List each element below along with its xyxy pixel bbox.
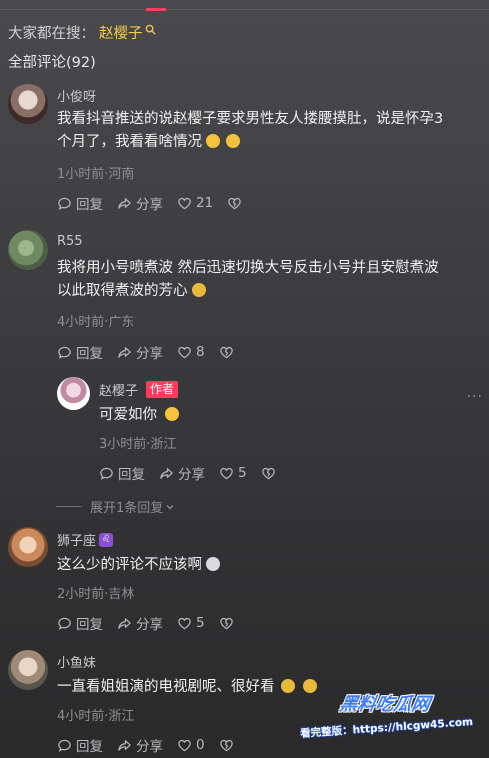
- reply-text: 可爱如你: [99, 404, 179, 427]
- shocked-emoji-icon: [226, 134, 240, 148]
- reply-bubble-icon: [100, 467, 113, 480]
- avatar[interactable]: [8, 650, 48, 690]
- reply-button[interactable]: 回复: [57, 193, 103, 213]
- share-arrow-icon: [118, 739, 131, 751]
- reply-button[interactable]: 回复: [99, 463, 145, 483]
- search-suggestion-prefix: 大家都在搜：: [8, 26, 95, 42]
- search-suggestion[interactable]: 大家都在搜： 赵樱子: [8, 22, 156, 43]
- comment-actions: 回复 分享 5: [57, 613, 252, 633]
- like-button[interactable]: 5: [219, 465, 247, 481]
- share-button[interactable]: 分享: [117, 193, 163, 213]
- comments-count: 全部评论(92): [8, 55, 96, 71]
- comment-meta: 4小时前·浙江: [57, 709, 135, 724]
- reply-bubble-icon: [58, 197, 71, 210]
- thinking-emoji-icon: [165, 407, 179, 421]
- comment-nickname[interactable]: R55: [57, 234, 83, 249]
- watermark-logo: 黑料吃瓜网: [337, 694, 432, 715]
- watermark-url: 看完整版：https://hlcgw45.com: [299, 715, 474, 741]
- reply-meta: 3小时前·浙江: [99, 437, 177, 452]
- like-count: 5: [196, 615, 205, 631]
- comment-text: 一直看姐姐演的电视剧呢、很好看: [57, 676, 317, 699]
- expand-divider: [56, 506, 82, 507]
- like-button[interactable]: 0: [177, 737, 205, 753]
- like-count: 5: [238, 465, 247, 481]
- reply-button[interactable]: 回复: [57, 342, 103, 362]
- comment-meta: 1小时前·河南: [57, 167, 135, 182]
- tab-divider: [0, 9, 489, 10]
- search-suggestion-term[interactable]: 赵樱子: [99, 22, 143, 43]
- avatar[interactable]: [57, 377, 90, 410]
- reply-bubble-icon: [58, 346, 71, 359]
- dislike-button[interactable]: [261, 466, 280, 481]
- heart-icon: [220, 467, 233, 479]
- like-button[interactable]: 5: [177, 615, 205, 631]
- heart-icon: [178, 739, 191, 751]
- comment-meta: 4小时前·广东: [57, 315, 135, 330]
- comment-nickname[interactable]: 狮子座 ♌: [57, 530, 114, 549]
- comment-actions: 回复 分享 0: [57, 735, 252, 755]
- like-button[interactable]: 21: [177, 195, 213, 211]
- active-tab-indicator: [146, 8, 166, 11]
- heart-icon: [178, 197, 191, 209]
- search-icon: [145, 24, 156, 35]
- reply-bubble-icon: [58, 617, 71, 630]
- share-button[interactable]: 分享: [117, 613, 163, 633]
- dislike-button[interactable]: [227, 196, 246, 211]
- share-button[interactable]: 分享: [159, 463, 205, 483]
- like-button[interactable]: 8: [177, 344, 205, 360]
- ellipsis-icon[interactable]: ···: [467, 389, 483, 405]
- reply-actions: 回复 分享 5: [99, 463, 294, 483]
- author-badge: 作者: [146, 381, 179, 398]
- medal-emoji-icon: [191, 283, 206, 297]
- comment-text: 我看抖音推送的说赵樱子要求男性友人搂腰摸肚，说是怀孕3 个月了，我看看啥情况: [57, 111, 444, 150]
- broken-heart-icon: [261, 467, 275, 479]
- broken-heart-icon: [219, 346, 233, 358]
- comment-actions: 回复 分享 21: [57, 193, 260, 213]
- comment-actions: 回复 分享 8: [57, 342, 252, 362]
- top-tab-strip: [0, 0, 489, 11]
- medal-emoji-icon: [280, 679, 295, 693]
- reply-button[interactable]: 回复: [57, 735, 103, 755]
- watermark: 黑料吃瓜网 看完整版：https://hlcgw45.com: [296, 690, 481, 746]
- dislike-button[interactable]: [219, 738, 238, 753]
- share-arrow-icon: [118, 346, 131, 358]
- leo-zodiac-icon: ♌: [99, 532, 114, 547]
- dislike-button[interactable]: [219, 345, 238, 360]
- comment-nickname[interactable]: 小俊呀: [57, 86, 96, 105]
- expand-replies-button[interactable]: 展开1条回复: [56, 497, 175, 516]
- avatar[interactable]: [8, 84, 48, 124]
- broken-heart-icon: [219, 739, 233, 751]
- comment-text: 这么少的评论不应该啊: [57, 554, 220, 577]
- share-arrow-icon: [118, 197, 131, 209]
- broken-heart-icon: [228, 197, 241, 209]
- heart-icon: [178, 346, 191, 358]
- like-count: 0: [196, 737, 205, 753]
- broken-heart-icon: [219, 617, 233, 629]
- chevron-down-icon: [166, 504, 174, 509]
- reply-button[interactable]: 回复: [57, 613, 103, 633]
- reply-bubble-icon: [58, 739, 71, 752]
- share-button[interactable]: 分享: [117, 735, 163, 755]
- heart-icon: [178, 617, 191, 629]
- like-count: 8: [196, 344, 205, 360]
- avatar[interactable]: [8, 230, 48, 270]
- share-button[interactable]: 分享: [117, 342, 163, 362]
- share-arrow-icon: [160, 467, 173, 479]
- share-arrow-icon: [118, 617, 131, 629]
- reply-nickname[interactable]: 赵樱子 作者: [99, 380, 179, 399]
- grin-emoji-icon: [206, 134, 220, 148]
- comment-nickname[interactable]: 小鱼妹: [57, 652, 96, 671]
- avatar[interactable]: [8, 527, 48, 567]
- comment-text: 我将用小号喷煮波 然后迅速切换大号反击小号并且安慰煮波 以此取得煮波的芳心: [57, 260, 439, 299]
- dislike-button[interactable]: [219, 616, 238, 631]
- comment-meta: 2小时前·吉林: [57, 587, 135, 602]
- like-count: 21: [196, 195, 214, 211]
- cool-emoji-icon: [206, 557, 220, 571]
